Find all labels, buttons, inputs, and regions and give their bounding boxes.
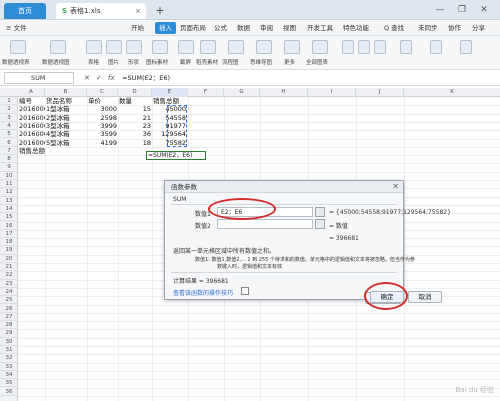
function-description: 返回某一单元格区域中所有数值之和。: [173, 248, 276, 255]
row-gridline: [18, 379, 500, 381]
row-gridline: [18, 304, 500, 306]
table-cell[interactable]: 单价: [88, 97, 117, 105]
table-cell[interactable]: 2598: [88, 114, 117, 122]
row-gridline: [18, 362, 500, 364]
row-gridline: [18, 395, 500, 397]
cancel-button[interactable]: 取消: [408, 291, 442, 303]
table-cell[interactable]: 20160003: [19, 122, 45, 130]
row-gridline: [18, 312, 500, 314]
table-cell[interactable]: 20160004: [19, 130, 45, 138]
table-cell[interactable]: 3999: [88, 122, 117, 130]
arg1-result: = {45000;54558;91977;129564;75582}: [329, 209, 451, 216]
row-gridline: [18, 163, 500, 165]
row-gridline: [18, 346, 500, 347]
divider: [171, 204, 397, 205]
arg1-ref-icon[interactable]: [315, 207, 325, 217]
table-cell[interactable]: 5型冰箱: [46, 139, 86, 147]
table-cell[interactable]: 货品名称: [46, 97, 86, 105]
table-cell[interactable]: 23: [119, 122, 151, 130]
table-cell[interactable]: 15: [119, 105, 151, 113]
table-cell[interactable]: 3型冰箱: [46, 122, 86, 130]
table-cell[interactable]: 销售总额: [19, 147, 45, 155]
arg-help-line1: 数值1: 数值1,数值2,... 1 到 255 个待求和的数值。单元格中的逻辑…: [195, 257, 415, 263]
help-link[interactable]: 查看该函数的操作技巧: [173, 288, 233, 297]
highlight-ellipse-ok: [364, 282, 408, 310]
table-cell[interactable]: 36: [119, 130, 151, 138]
total-result: = 396681: [329, 235, 359, 242]
arg2-result: = 数值: [329, 223, 348, 230]
row-gridline: [18, 155, 500, 157]
help-image-icon[interactable]: [241, 287, 249, 295]
arg-help-line2: 数键入时，逻辑值和文本有效: [217, 264, 283, 270]
row-gridline: [18, 354, 500, 356]
active-cell-formula[interactable]: =SUM(E2，E6): [146, 151, 206, 160]
table-cell[interactable]: 4199: [88, 139, 117, 147]
arg2-input[interactable]: [217, 219, 313, 229]
watermark: Bai du 经验: [455, 386, 494, 394]
arg2-label: 数值2: [195, 223, 211, 230]
table-cell[interactable]: 20160002: [19, 114, 45, 122]
row-gridline: [18, 370, 500, 372]
divider: [171, 272, 397, 273]
table-cell[interactable]: 18: [119, 139, 151, 147]
table-cell[interactable]: 20160005: [19, 139, 45, 147]
calc-result: 计算结果 = 396681: [173, 278, 229, 285]
table-cell[interactable]: 4型冰箱: [46, 130, 86, 138]
table-cell[interactable]: 3000: [88, 105, 117, 113]
row-gridline: [18, 387, 500, 389]
row-gridline: [18, 337, 500, 339]
row-gridline: [18, 146, 500, 148]
highlight-ellipse-arg1: [208, 198, 276, 220]
table-cell[interactable]: 数量: [119, 97, 151, 105]
table-cell[interactable]: 20160001: [19, 105, 45, 113]
arg2-ref-icon[interactable]: [315, 219, 325, 229]
dialog-title: 函数参数: [165, 181, 403, 193]
function-arguments-dialog: 函数参数 ✕ SUM 数值1 E2：E6 = {45000;54558;9197…: [164, 180, 451, 304]
table-cell[interactable]: 3599: [88, 130, 117, 138]
row-gridline: [18, 171, 500, 173]
selected-range: [167, 105, 187, 147]
dialog-close-icon[interactable]: ✕: [392, 181, 399, 193]
table-cell[interactable]: 1型冰箱: [46, 105, 86, 113]
table-cell[interactable]: 编号: [19, 97, 45, 105]
table-cell[interactable]: 2型冰箱: [46, 114, 86, 122]
function-name: SUM: [173, 196, 187, 203]
column-gridline: [404, 97, 405, 401]
row-gridline: [18, 329, 500, 331]
row-gridline: [18, 321, 500, 323]
table-cell[interactable]: 21: [119, 114, 151, 122]
